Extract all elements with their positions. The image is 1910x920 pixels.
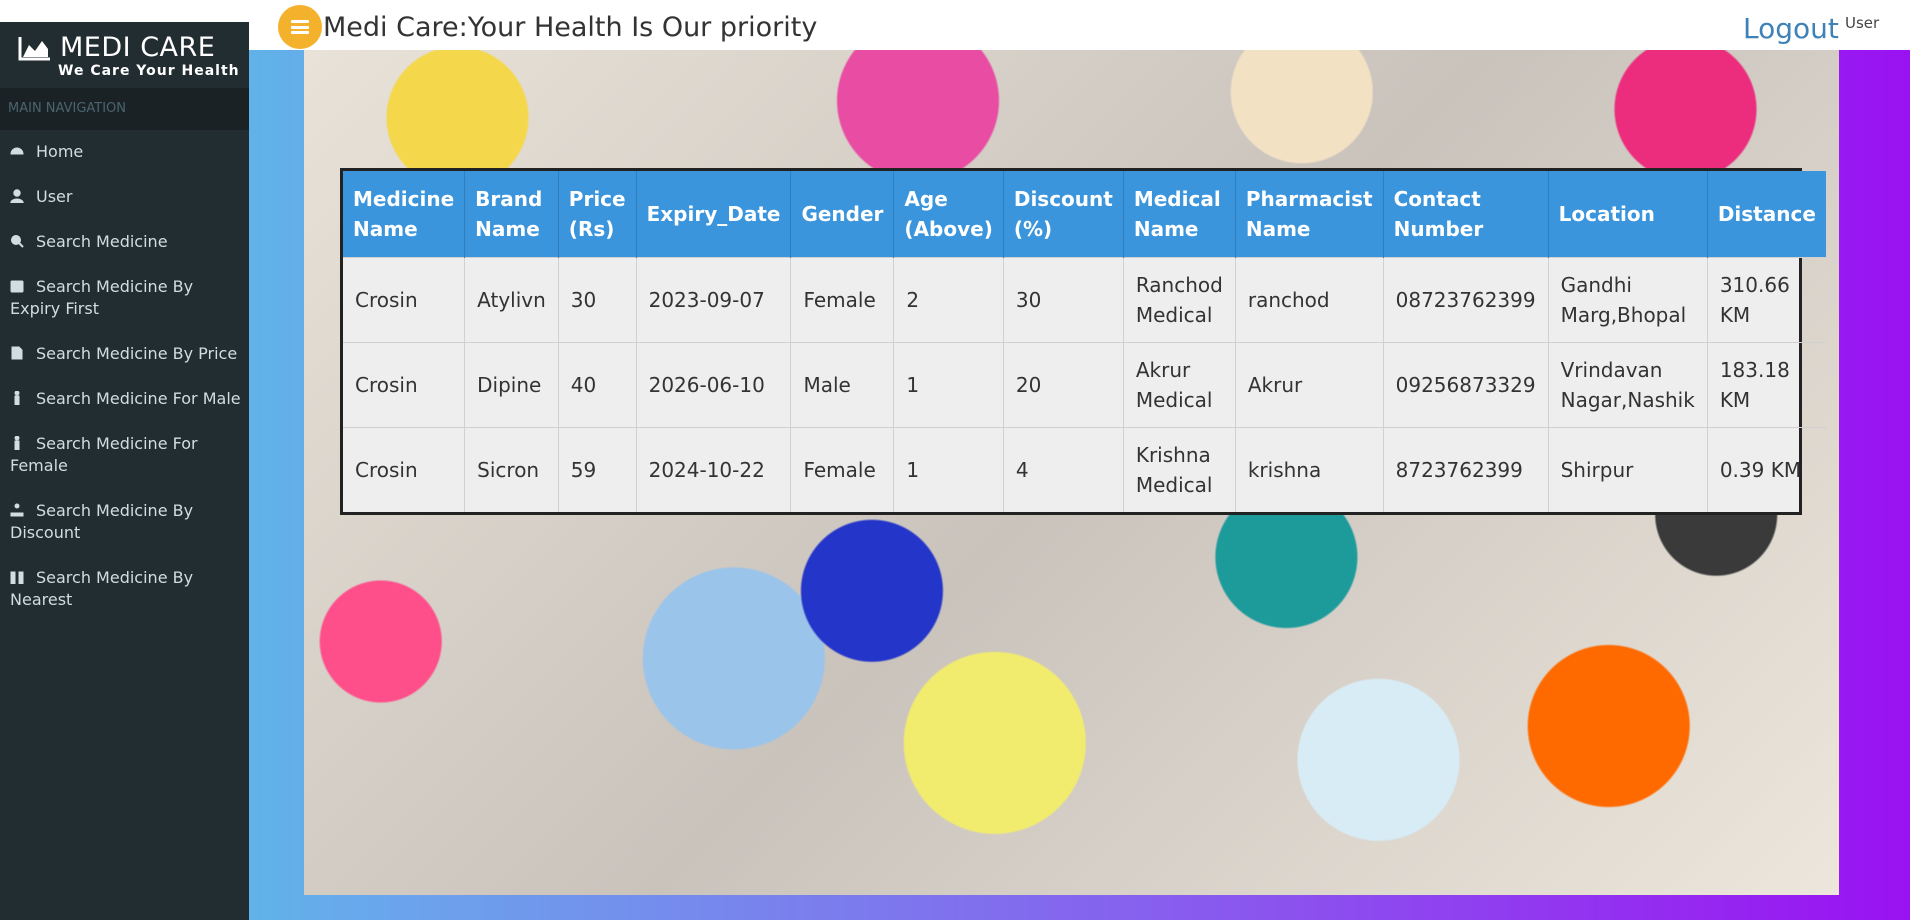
column-header: Price (Rs) [558, 171, 637, 258]
sidebar-item-search-medicine-by-discount[interactable]: Search Medicine By Discount [0, 489, 249, 556]
page-title: Medi Care:Your Health Is Our priority [323, 12, 818, 43]
table-cell: Crosin [343, 342, 466, 428]
table-cell: Krishna Medical [1123, 427, 1236, 512]
column-header: Medicine Name [343, 171, 466, 258]
sidebar-item-label: Search Medicine For Female [10, 434, 198, 475]
brand-subtitle: We Care Your Health [58, 63, 240, 79]
sidebar-item-label: User [36, 187, 73, 206]
brand-title: MEDI CARE [60, 32, 216, 63]
sidebar-item-user[interactable]: User [0, 175, 249, 220]
column-header: Medical Name [1123, 171, 1236, 258]
table-cell: Gandhi Marg,Bhopal [1548, 257, 1708, 343]
sidebar-item-home[interactable]: Home [0, 130, 249, 175]
table-row: Crosin Sicron 59 2024-10-22 Female 1 4 Krishna … [343, 427, 1826, 512]
table-cell: 2 [893, 257, 1004, 343]
table-cell: 09256873329 [1383, 342, 1549, 428]
table-cell: 30 [558, 257, 637, 343]
search-icon [10, 232, 26, 248]
table-body: Crosin Atylivn 30 2023-09-07 Female 2 30 Rancho… [343, 257, 1826, 512]
table-header-row: Medicine Name Brand Name Price (Rs) Expiry_… [343, 171, 1826, 258]
column-header: Pharmacist Name [1235, 171, 1384, 258]
sidebar-item-label: Search Medicine By Discount [10, 501, 194, 542]
table-cell: 1 [893, 342, 1004, 428]
table-cell: Vrindavan Nagar,Nashik [1548, 342, 1708, 428]
table-cell: 310.66 KM [1707, 257, 1826, 343]
sidebar-top-strip [0, 0, 249, 22]
user-label: User [1845, 14, 1880, 32]
top-header: Medi Care:Your Health Is Our priority Lo… [249, 0, 1910, 50]
column-header: Expiry_Date [636, 171, 792, 258]
table-cell: Ranchod Medical [1123, 257, 1236, 343]
document-icon [10, 344, 26, 360]
table-cell: Atylivn [464, 257, 559, 343]
sidebar-item-search-medicine[interactable]: Search Medicine [0, 220, 249, 265]
table-cell: 183.18 KM [1707, 342, 1826, 428]
column-header: Age (Above) [893, 171, 1004, 258]
sidebar: MEDI CARE We Care Your Health MAIN NAVIG… [0, 0, 249, 920]
area-chart-icon [18, 35, 52, 61]
sidebar-toggle-button[interactable] [278, 5, 322, 49]
medicine-table: Medicine Name Brand Name Price (Rs) Expiry_… [340, 168, 1826, 515]
sidebar-item-label: Home [36, 142, 84, 161]
user-icon [10, 187, 26, 204]
table-cell: 08723762399 [1383, 257, 1549, 343]
table-cell: Female [790, 427, 895, 512]
nearest-icon [10, 568, 26, 585]
table-cell: 59 [558, 427, 637, 512]
table-cell: 40 [558, 342, 637, 428]
table-cell: 2024-10-22 [636, 427, 792, 512]
sidebar-item-label: Search Medicine By Price [36, 344, 238, 363]
column-header: Contact Number [1383, 171, 1549, 258]
sidebar-item-search-medicine-by-nearest[interactable]: Search Medicine By Nearest [0, 556, 249, 623]
table-cell: krishna [1235, 427, 1384, 512]
table-cell: 2026-06-10 [636, 342, 792, 428]
male-icon [10, 389, 26, 406]
logout-link[interactable]: Logout [1743, 12, 1839, 45]
column-header: Distance [1707, 171, 1826, 258]
brand-logo[interactable]: MEDI CARE We Care Your Health [0, 22, 249, 88]
sidebar-item-label: Search Medicine [36, 232, 168, 251]
table-cell: 30 [1003, 257, 1124, 343]
table-cell: Dipine [464, 342, 559, 428]
table-cell: 20 [1003, 342, 1124, 428]
nav-list: Home User Search Medicine Search Medicine B… [0, 130, 249, 623]
table-cell: 8723762399 [1383, 427, 1549, 512]
table-cell: 4 [1003, 427, 1124, 512]
column-header: Brand Name [464, 171, 559, 258]
sidebar-item-search-medicine-for-female[interactable]: Search Medicine For Female [0, 422, 249, 489]
table-cell: 1 [893, 427, 1004, 512]
column-header: Gender [790, 171, 895, 258]
hamburger-icon [291, 20, 309, 34]
table-cell: Akrur [1235, 342, 1384, 428]
table-row: Crosin Atylivn 30 2023-09-07 Female 2 30 Rancho… [343, 257, 1826, 343]
table-cell: Shirpur [1548, 427, 1708, 512]
calendar-icon [10, 277, 26, 293]
sidebar-item-search-medicine-by-expiry-first[interactable]: Search Medicine By Expiry First [0, 265, 249, 332]
sidebar-item-label: Search Medicine By Expiry First [10, 277, 194, 318]
nav-header: MAIN NAVIGATION [0, 88, 249, 130]
table-cell: Akrur Medical [1123, 342, 1236, 428]
table-cell: 2023-09-07 [636, 257, 792, 343]
table-cell: Female [790, 257, 895, 343]
table-cell: Sicron [464, 427, 559, 512]
discount-icon [10, 501, 26, 517]
table-cell: Crosin [343, 257, 466, 343]
sidebar-item-label: Search Medicine By Nearest [10, 568, 194, 609]
sidebar-item-label: Search Medicine For Male [36, 389, 241, 408]
table-cell: 0.39 KM [1707, 427, 1826, 512]
dashboard-icon [10, 142, 26, 156]
female-icon [10, 434, 26, 451]
table-row: Crosin Dipine 40 2026-06-10 Male 1 20 Akrur Med… [343, 342, 1826, 428]
sidebar-item-search-medicine-by-price[interactable]: Search Medicine By Price [0, 332, 249, 377]
table-cell: ranchod [1235, 257, 1384, 343]
table-cell: Crosin [343, 427, 466, 512]
sidebar-item-search-medicine-for-male[interactable]: Search Medicine For Male [0, 377, 249, 422]
column-header: Location [1548, 171, 1708, 258]
table-cell: Male [790, 342, 895, 428]
column-header: Discount (%) [1003, 171, 1124, 258]
